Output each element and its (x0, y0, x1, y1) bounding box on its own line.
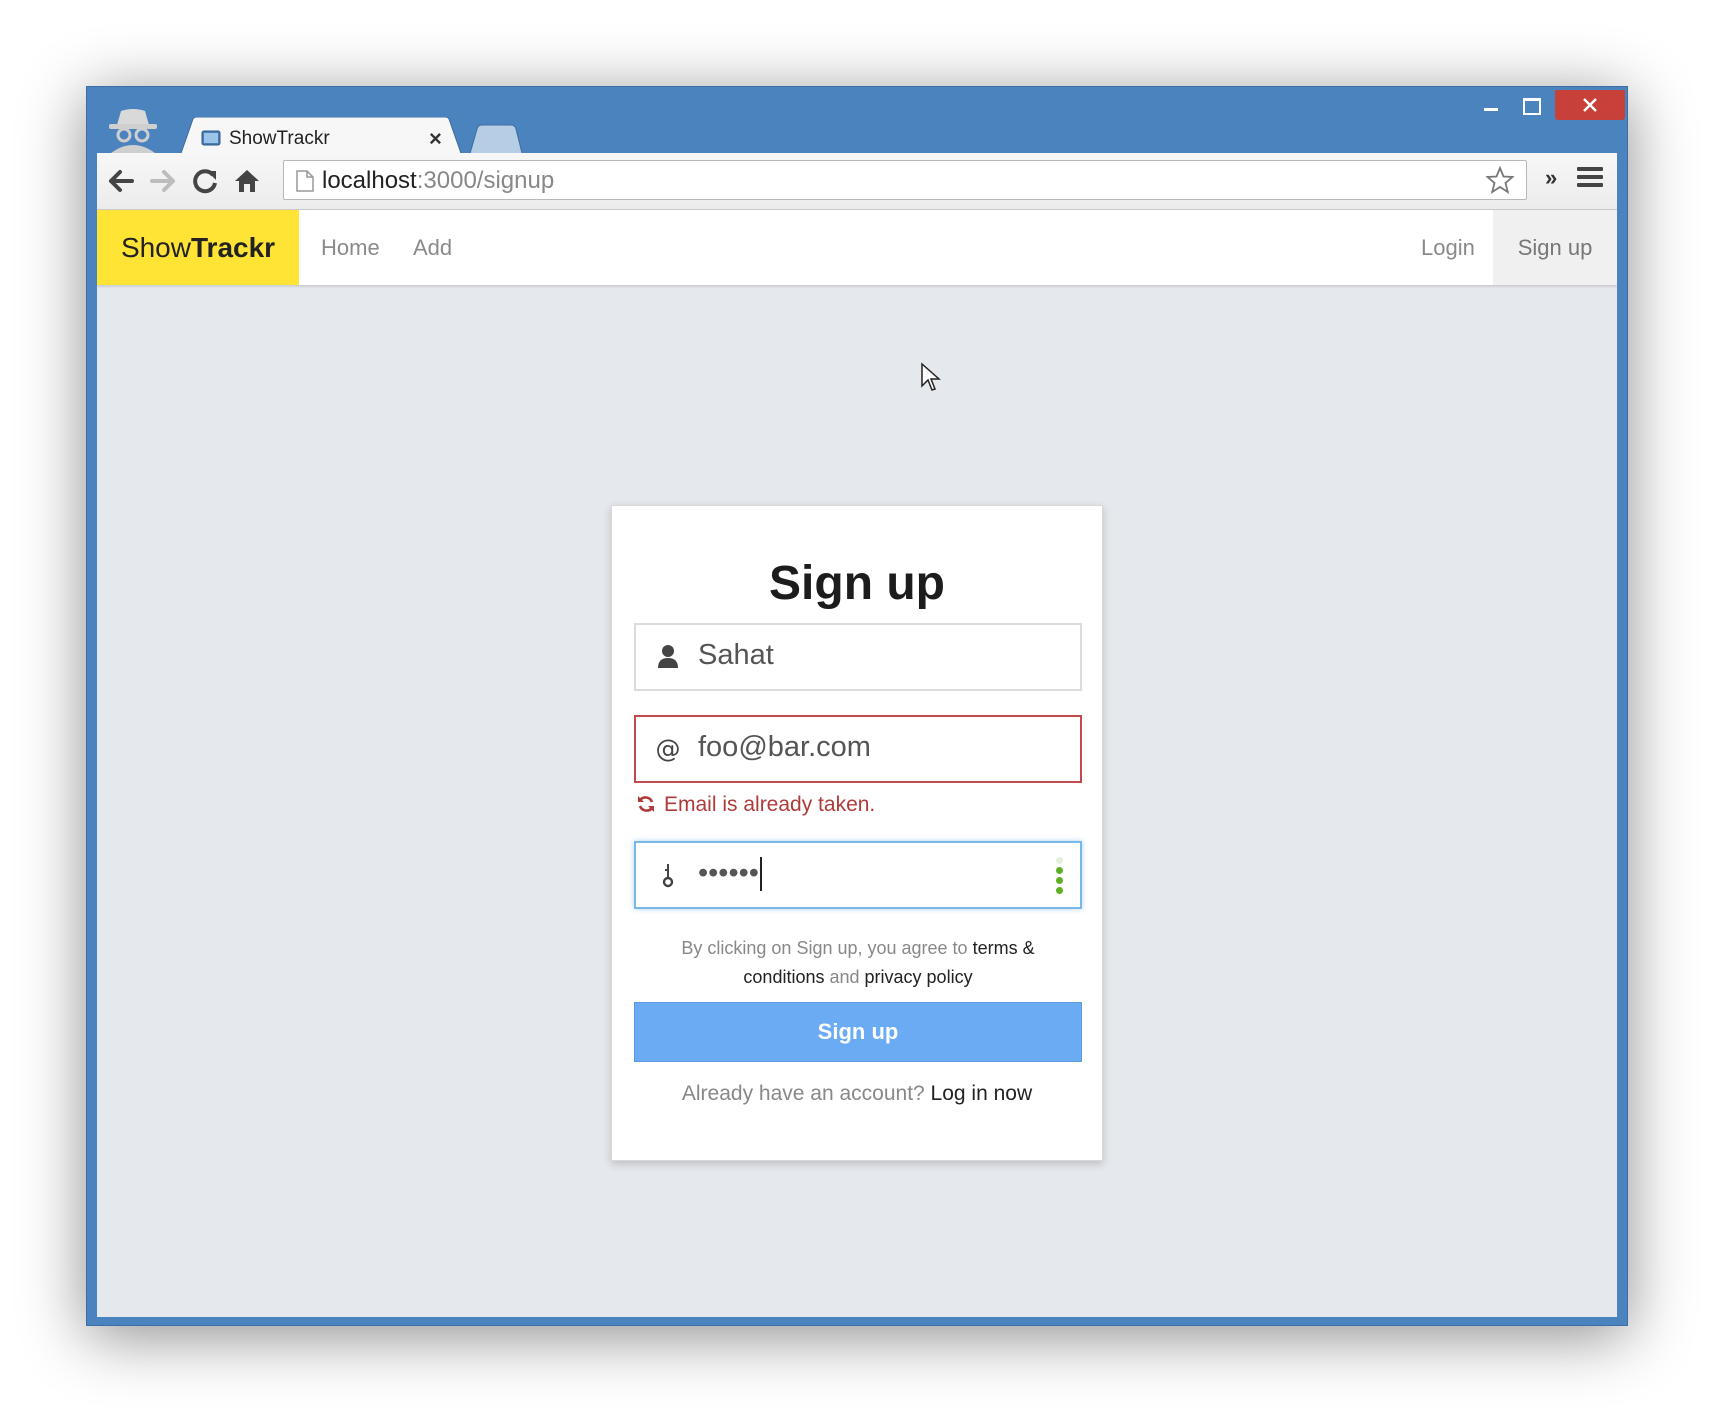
brand-light: Show (120, 232, 191, 263)
back-icon[interactable] (105, 165, 137, 197)
url-text: localhost:3000/signup (322, 167, 554, 195)
password-value: •••••• (698, 857, 762, 892)
forward-icon[interactable] (147, 165, 179, 197)
key-icon (662, 864, 674, 888)
tab-close-icon[interactable]: × (429, 126, 442, 152)
page-icon (296, 170, 314, 192)
page-viewport: ShowTrackr Home Add Login Sign up Sign u… (97, 210, 1617, 1317)
reload-icon[interactable] (189, 165, 221, 197)
tab-title: ShowTrackr (229, 128, 330, 149)
user-icon (658, 645, 678, 668)
password-masked: •••••• (698, 857, 759, 889)
nav-signup-link[interactable]: Sign up (1493, 210, 1617, 285)
bookmark-star-icon[interactable] (1486, 166, 1514, 194)
brand-logo[interactable]: ShowTrackr (97, 210, 299, 285)
login-prompt: Already have an account? Log in now (612, 1082, 1102, 1106)
page-title: Sign up (769, 557, 945, 610)
password-field[interactable]: •••••• (634, 841, 1082, 909)
incognito-icon (109, 109, 157, 153)
already-text: Already have an account? (681, 1082, 931, 1105)
minimize-button[interactable] (1471, 90, 1511, 120)
close-window-button[interactable] (1555, 90, 1625, 120)
site-navbar: ShowTrackr Home Add Login Sign up (97, 210, 1617, 285)
nav-home-link[interactable]: Home (321, 210, 380, 285)
browser-toolbar: localhost:3000/signup » (97, 153, 1617, 210)
login-now-link[interactable]: Log in now (931, 1082, 1033, 1105)
home-icon[interactable] (231, 165, 263, 197)
email-error-text: Email is already taken. (664, 793, 876, 816)
nav-login-link[interactable]: Login (1421, 210, 1475, 285)
browser-window: ShowTrackr × localhost:3000/signup » Sho… (86, 86, 1628, 1326)
at-icon: @ (656, 735, 681, 763)
terms-and: and (824, 967, 865, 987)
email-field[interactable]: @ foo@bar.com (634, 715, 1082, 783)
mouse-cursor-icon (921, 362, 941, 391)
privacy-link[interactable]: privacy policy (865, 967, 973, 987)
email-error: Email is already taken. (636, 793, 875, 817)
svg-text:@: @ (656, 735, 681, 763)
name-field[interactable]: Sahat (634, 623, 1082, 691)
maximize-button[interactable] (1511, 90, 1551, 120)
tv-icon (201, 130, 221, 146)
menu-icon[interactable] (1577, 167, 1603, 191)
extensions-chevron-icon[interactable]: » (1545, 165, 1557, 191)
terms-notice: By clicking on Sign up, you agree to ter… (652, 934, 1064, 992)
password-strength-indicator (1056, 857, 1064, 897)
nav-add-link[interactable]: Add (413, 210, 452, 285)
signup-submit-button[interactable]: Sign up (634, 1002, 1082, 1062)
url-host: localhost (322, 167, 417, 194)
url-path: :3000/signup (416, 167, 555, 194)
email-value: foo@bar.com (698, 731, 871, 763)
brand-bold: Trackr (190, 232, 276, 263)
name-value: Sahat (698, 639, 774, 671)
address-bar[interactable]: localhost:3000/signup (283, 160, 1527, 200)
text-caret (759, 857, 762, 892)
terms-prefix: By clicking on Sign up, you agree to (681, 938, 973, 958)
refresh-icon (638, 796, 654, 812)
signup-card: Sign up Sahat @ foo@bar.com Email is alr… (611, 505, 1103, 1161)
close-icon (1583, 98, 1597, 112)
